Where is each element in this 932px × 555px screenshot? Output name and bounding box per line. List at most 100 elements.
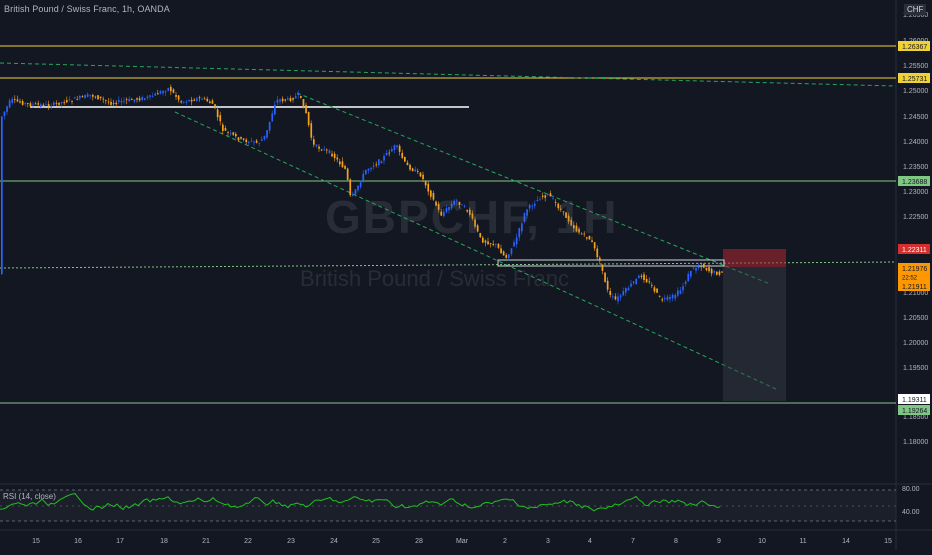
candle-body bbox=[346, 168, 349, 180]
candle-body bbox=[63, 102, 66, 104]
instrument-header[interactable]: British Pound / Swiss Franc, 1h, OANDA bbox=[4, 4, 170, 14]
candle-body bbox=[242, 138, 245, 140]
candle-body bbox=[261, 139, 263, 141]
candle-body bbox=[240, 136, 242, 139]
candle-body bbox=[705, 267, 708, 271]
candle-body bbox=[211, 100, 214, 104]
candle-body bbox=[250, 140, 253, 142]
time-axis-label: 21 bbox=[202, 538, 210, 545]
candle-body bbox=[274, 104, 276, 115]
candle-body bbox=[497, 243, 500, 248]
rsi-legend-label[interactable]: RSI (14, close) bbox=[3, 492, 56, 501]
candle-body bbox=[235, 134, 237, 137]
candle-body bbox=[718, 271, 721, 275]
candle-body bbox=[185, 101, 188, 103]
candle-body bbox=[268, 121, 271, 131]
price-tick-label: 1.18000 bbox=[903, 439, 928, 446]
price-badge-label: 1.25731 bbox=[902, 76, 927, 83]
candle-body bbox=[180, 101, 183, 103]
candle-body bbox=[406, 162, 409, 166]
candle-body bbox=[151, 96, 154, 98]
candle-body bbox=[323, 149, 326, 151]
candle-body bbox=[326, 149, 328, 151]
candle-body bbox=[344, 166, 346, 169]
candle-body bbox=[336, 157, 339, 160]
stop-loss-zone[interactable] bbox=[723, 249, 786, 267]
candle-body bbox=[664, 297, 666, 299]
candle-body bbox=[671, 294, 674, 299]
candle-body bbox=[47, 104, 50, 107]
candle-body bbox=[627, 288, 630, 291]
candle-body bbox=[219, 115, 222, 122]
candle-body bbox=[661, 299, 664, 301]
candle-body bbox=[297, 93, 300, 96]
candle-body bbox=[695, 268, 697, 271]
time-axis-label: 18 bbox=[160, 538, 168, 545]
candle-body bbox=[333, 153, 336, 159]
price-tick-label: 1.22500 bbox=[903, 214, 928, 221]
candle-body bbox=[214, 104, 216, 109]
candle-body bbox=[146, 96, 149, 98]
candle-body bbox=[107, 101, 110, 103]
candle-body bbox=[313, 139, 315, 145]
candle-body bbox=[601, 264, 604, 271]
long-trend-line[interactable] bbox=[0, 62, 897, 87]
candle-body bbox=[411, 168, 414, 172]
candle-body bbox=[721, 271, 723, 273]
candle-body bbox=[292, 98, 294, 100]
candle-body bbox=[255, 140, 258, 143]
candle-body bbox=[632, 281, 635, 283]
symbol-watermark: GBPCHF, 1H bbox=[325, 191, 619, 243]
candle-body bbox=[596, 248, 599, 258]
candle-body bbox=[320, 149, 323, 151]
candle-body bbox=[170, 86, 172, 92]
candle-body bbox=[224, 128, 227, 131]
candle-body bbox=[599, 257, 601, 261]
candle-body bbox=[612, 296, 614, 298]
candle-body bbox=[682, 286, 684, 291]
rsi-tick-80: 80.00 bbox=[902, 486, 920, 493]
candle-body bbox=[687, 273, 690, 282]
time-axis-label: 28 bbox=[415, 538, 423, 545]
candle-body bbox=[81, 96, 84, 97]
candle-body bbox=[92, 94, 94, 97]
candle-body bbox=[700, 266, 703, 268]
candle-body bbox=[630, 283, 632, 287]
candle-body bbox=[131, 99, 133, 100]
candle-body bbox=[24, 102, 27, 104]
candle-body bbox=[417, 170, 419, 172]
candle-body bbox=[393, 145, 396, 150]
currency-label[interactable]: CHF bbox=[904, 4, 927, 15]
candle-body bbox=[248, 142, 250, 143]
candle-body bbox=[635, 278, 638, 285]
candle-body bbox=[102, 98, 105, 100]
candle-body bbox=[34, 103, 37, 105]
channel-upper-line[interactable] bbox=[296, 92, 771, 285]
candle-body bbox=[388, 152, 391, 154]
price-badge-label: 1.21976 bbox=[902, 266, 927, 273]
candle-body bbox=[271, 113, 274, 122]
candle-body bbox=[679, 290, 682, 294]
candle-body bbox=[609, 291, 612, 295]
candle-body bbox=[94, 96, 97, 98]
candle-body bbox=[136, 98, 138, 100]
candle-body bbox=[684, 281, 687, 284]
candle-body bbox=[164, 91, 167, 93]
candle-body bbox=[495, 243, 497, 245]
rsi-band bbox=[0, 490, 896, 521]
price-tick-label: 1.25500 bbox=[903, 63, 928, 70]
candle-body bbox=[1, 116, 3, 274]
price-badge-label: 1.23688 bbox=[902, 179, 927, 186]
target-zone[interactable] bbox=[723, 267, 786, 401]
candle-body bbox=[703, 264, 705, 268]
price-tick-label: 1.23000 bbox=[903, 189, 928, 196]
candle-body bbox=[362, 173, 365, 181]
time-axis-labels: 15 16 17 18 21 22 23 24 25 28 Mar 2 3 4 7 8 9 10 11 14 15 bbox=[32, 538, 892, 545]
time-axis-label: 2 bbox=[503, 538, 507, 545]
candle-body bbox=[669, 296, 671, 299]
chart-area[interactable]: 1.265001.260001.255001.250001.245001.240… bbox=[0, 0, 932, 550]
time-axis-label: 7 bbox=[631, 538, 635, 545]
candle-body bbox=[643, 274, 645, 280]
candle-body bbox=[372, 165, 375, 167]
candle-body bbox=[172, 89, 175, 93]
